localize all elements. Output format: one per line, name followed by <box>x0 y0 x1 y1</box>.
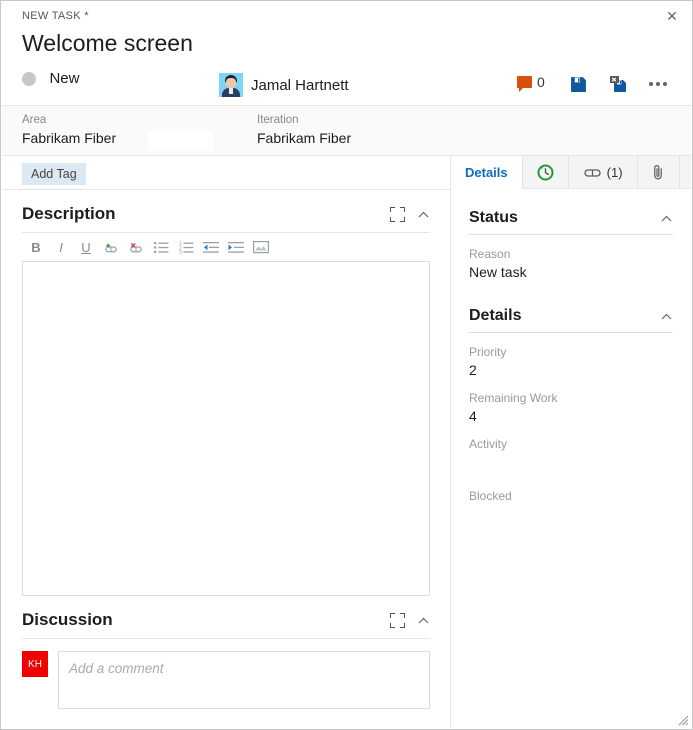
remaining-work-field[interactable]: Remaining Work 4 <box>469 391 673 425</box>
header-status-row: New Jamal Hartnett 0 <box>22 70 681 100</box>
classification-bar: Area Fabrikam Fiber Iteration Fabrikam F… <box>2 106 691 156</box>
description-title: Description <box>22 204 116 223</box>
state-label: New <box>49 70 80 88</box>
discussion-title: Discussion <box>22 610 113 629</box>
outdent-icon[interactable] <box>203 239 219 255</box>
history-icon <box>537 164 554 180</box>
insert-link-icon[interactable] <box>103 239 119 255</box>
bold-icon[interactable]: B <box>28 239 44 255</box>
redacted-area-region <box>148 131 213 151</box>
chevron-up-icon[interactable] <box>417 208 430 221</box>
add-tag-button[interactable]: Add Tag <box>22 163 86 185</box>
underline-icon[interactable]: U <box>78 239 94 255</box>
description-rich-text-toolbar: B I U 1 2 3 <box>22 233 430 261</box>
chevron-up-icon[interactable] <box>660 310 673 323</box>
chevron-up-icon[interactable] <box>417 614 430 627</box>
tab-attachments[interactable] <box>637 156 680 188</box>
expand-icon[interactable] <box>390 612 405 628</box>
reason-field[interactable]: Reason New task <box>469 247 673 281</box>
resize-grip-icon <box>678 715 689 726</box>
discussion-tools <box>390 612 430 628</box>
tab-history[interactable] <box>522 156 569 188</box>
area-value: Fabrikam Fiber <box>22 130 117 146</box>
status-section-header: Status <box>469 209 673 235</box>
chevron-up-icon[interactable] <box>660 212 673 225</box>
description-section-header: Description <box>22 190 430 233</box>
tab-strip: Details (1) <box>451 156 691 189</box>
activity-label: Activity <box>469 437 508 451</box>
indent-icon[interactable] <box>228 239 244 255</box>
assignee-name: Jamal Hartnett <box>251 76 349 94</box>
priority-field[interactable]: Priority 2 <box>469 345 673 379</box>
iteration-label: Iteration <box>257 114 299 126</box>
details-section-header: Details <box>469 307 673 333</box>
more-actions-button[interactable] <box>647 72 669 96</box>
remove-link-icon[interactable] <box>128 239 144 255</box>
save-and-close-icon <box>609 76 626 92</box>
save-icon <box>570 76 586 92</box>
discussion-section-header: Discussion <box>22 596 430 639</box>
avatar: KH <box>22 651 48 677</box>
close-button[interactable]: ✕ <box>652 1 692 31</box>
state-dot-icon <box>22 71 36 86</box>
blocked-value <box>469 506 673 523</box>
breadcrumb: NEW TASK * <box>22 10 89 22</box>
details-panel: Status Reason New task Details Priority … <box>451 189 691 523</box>
resize-grip[interactable] <box>675 712 689 726</box>
avatar <box>219 73 243 97</box>
assigned-to-field[interactable]: Jamal Hartnett <box>219 70 349 100</box>
bulleted-list-icon[interactable] <box>153 239 169 255</box>
ellipsis-icon <box>649 82 667 86</box>
comment-placeholder: Add a comment <box>69 661 164 676</box>
priority-value: 2 <box>469 362 477 378</box>
right-details-column: Details (1) Status Reason New task Detai… <box>450 156 691 728</box>
tab-details[interactable]: Details <box>451 156 523 189</box>
reason-value: New task <box>469 264 527 280</box>
comment-count-label: 0 <box>537 74 545 90</box>
work-item-form-window: NEW TASK * Welcome screen New Jamal Hart… <box>0 0 693 730</box>
remaining-work-value: 4 <box>469 408 477 424</box>
comment-input[interactable]: Add a comment <box>58 651 430 709</box>
details-section-title: Details <box>469 307 522 324</box>
activity-value <box>469 454 673 471</box>
save-button[interactable] <box>567 72 589 96</box>
form-header: NEW TASK * Welcome screen New Jamal Hart… <box>2 2 691 106</box>
insert-image-icon[interactable] <box>253 239 269 255</box>
comment-bubble-icon <box>517 76 532 92</box>
link-icon <box>583 168 601 177</box>
activity-field[interactable]: Activity <box>469 437 673 471</box>
paperclip-icon <box>653 164 662 179</box>
left-content-column: Description B I U 1 2 3 Discussion KH Ad… <box>2 189 450 728</box>
priority-label: Priority <box>469 345 507 359</box>
description-tools <box>390 206 430 222</box>
tag-row: Add Tag <box>2 156 450 189</box>
iteration-field[interactable]: Iteration Fabrikam Fiber <box>257 114 351 146</box>
iteration-value: Fabrikam Fiber <box>257 130 352 146</box>
blocked-field[interactable]: Blocked <box>469 489 673 523</box>
save-and-close-button[interactable] <box>607 72 629 96</box>
add-comment-row: KH Add a comment <box>22 651 430 709</box>
tab-details-label: Details <box>465 164 508 180</box>
tab-links-count: (1) <box>606 164 623 180</box>
tab-links[interactable]: (1) <box>568 156 638 188</box>
blocked-label: Blocked <box>469 489 512 503</box>
numbered-list-icon[interactable]: 1 2 3 <box>178 239 194 255</box>
description-editor[interactable] <box>22 261 430 596</box>
area-label: Area <box>22 114 47 126</box>
discussion-count[interactable]: 0 <box>517 74 545 92</box>
italic-icon[interactable]: I <box>53 239 69 255</box>
reason-label: Reason <box>469 247 511 261</box>
remaining-work-label: Remaining Work <box>469 391 558 405</box>
svg-text:3: 3 <box>179 250 182 254</box>
area-field[interactable]: Area Fabrikam Fiber <box>22 114 116 146</box>
expand-icon[interactable] <box>390 206 405 222</box>
header-actions <box>567 72 669 96</box>
page-title: Welcome screen <box>22 30 193 56</box>
status-section-title: Status <box>469 209 518 226</box>
